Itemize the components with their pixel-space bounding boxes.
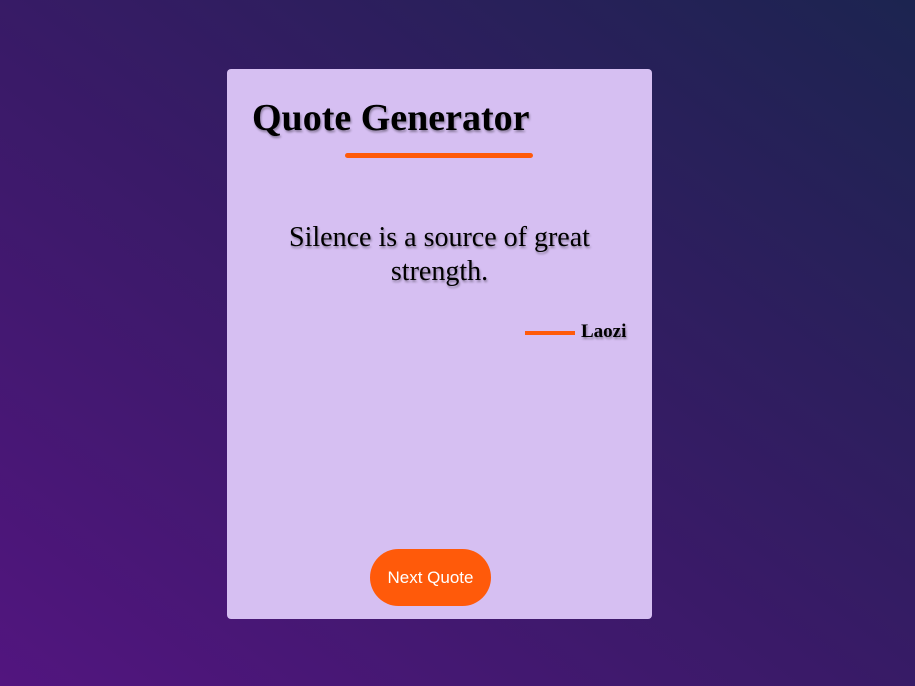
title-underline: [345, 153, 533, 158]
quote-card: Quote Generator Silence is a source of g…: [227, 69, 652, 619]
quote-author: Laozi: [581, 321, 627, 342]
author-dash: [525, 331, 575, 335]
page-title: Quote Generator: [252, 97, 530, 139]
next-quote-button[interactable]: Next Quote: [370, 549, 491, 606]
quote-text: Silence is a source of great strength.: [289, 222, 590, 287]
